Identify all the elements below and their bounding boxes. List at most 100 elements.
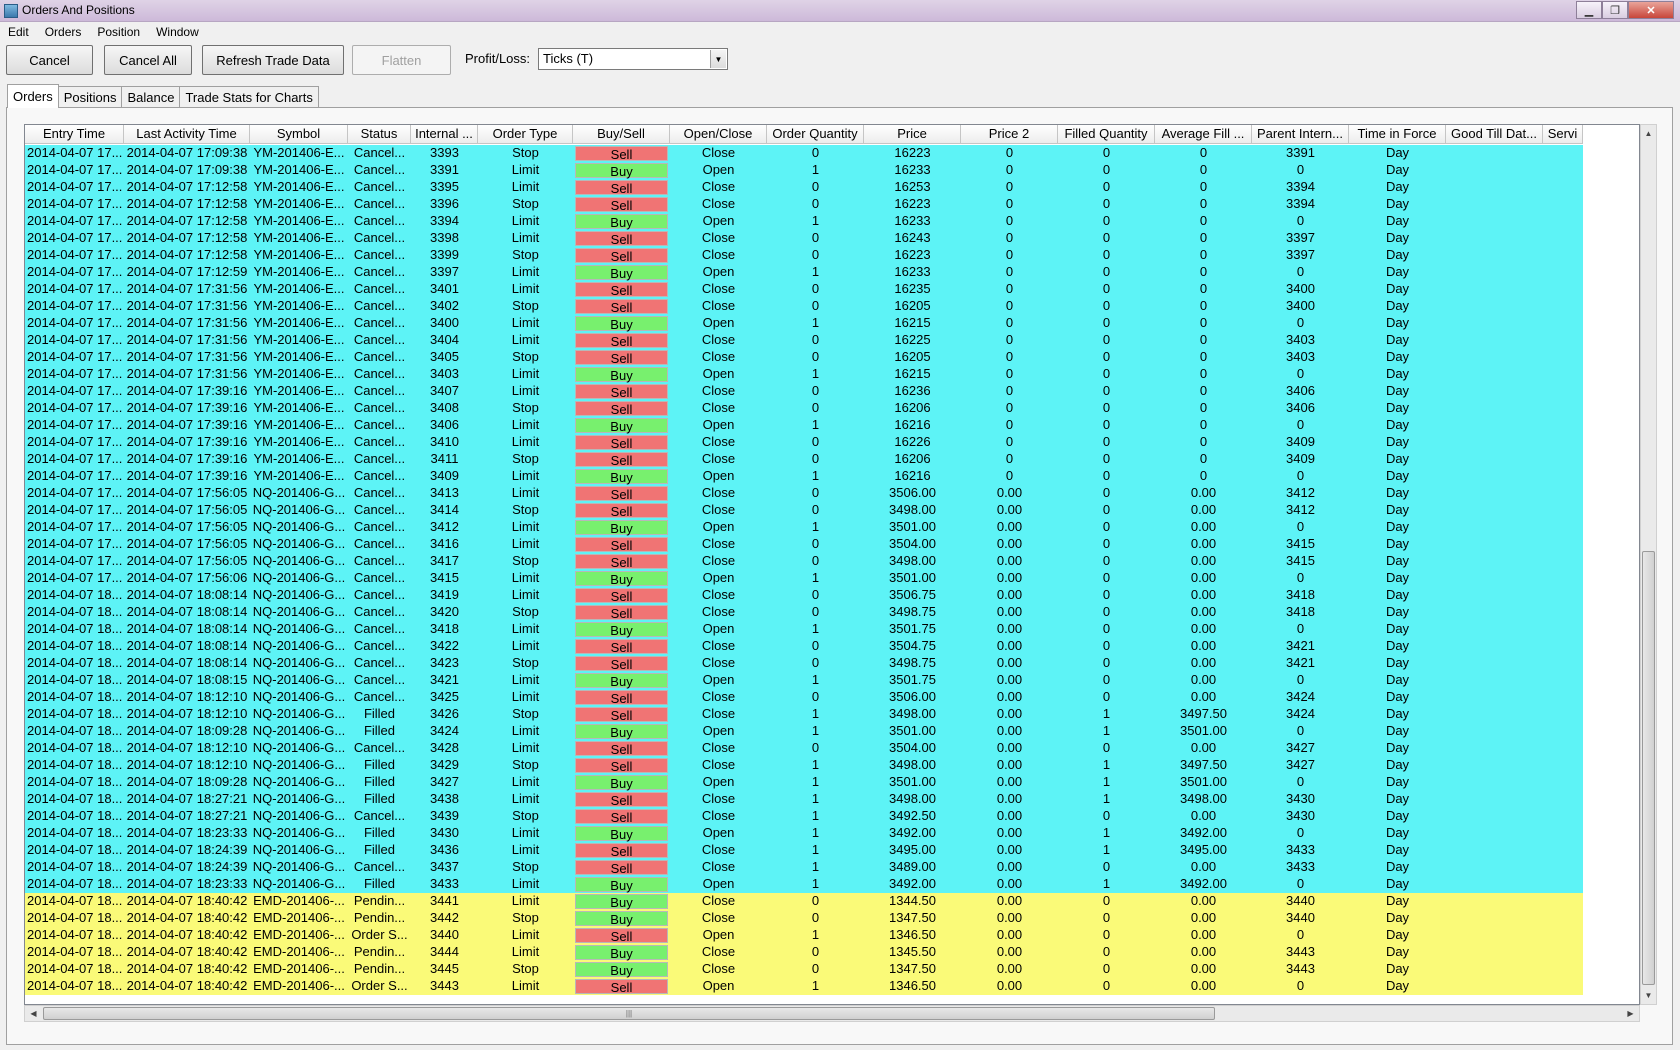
table-row[interactable]: 2014-04-07 18... 2014-04-07 18:08:14 NQ-20… <box>25 604 1583 621</box>
table-row[interactable]: 2014-04-07 18... 2014-04-07 18:40:42 EMD-2… <box>25 961 1583 978</box>
tab-orders[interactable]: Orders <box>7 84 59 108</box>
column-header-service[interactable]: Servi <box>1543 125 1583 144</box>
table-row[interactable]: 2014-04-07 17... 2014-04-07 17:31:56 YM-20… <box>25 366 1583 383</box>
column-header-entry-time[interactable]: Entry Time <box>25 125 124 144</box>
table-row[interactable]: 2014-04-07 18... 2014-04-07 18:08:14 NQ-20… <box>25 621 1583 638</box>
column-header-average-fill[interactable]: Average Fill ... <box>1155 125 1252 144</box>
column-header-parent-internal[interactable]: Parent Intern... <box>1252 125 1349 144</box>
table-row[interactable]: 2014-04-07 18... 2014-04-07 18:08:14 NQ-20… <box>25 638 1583 655</box>
grid-body: 2014-04-07 17... 2014-04-07 17:09:38 YM-20… <box>25 145 1583 995</box>
cell-status: Cancel... <box>353 638 406 653</box>
table-row[interactable]: 2014-04-07 18... 2014-04-07 18:23:33 NQ-20… <box>25 825 1583 842</box>
table-row[interactable]: 2014-04-07 17... 2014-04-07 17:12:58 YM-20… <box>25 230 1583 247</box>
table-row[interactable]: 2014-04-07 17... 2014-04-07 17:39:16 YM-20… <box>25 434 1583 451</box>
column-header-buy-sell[interactable]: Buy/Sell <box>573 125 670 144</box>
table-row[interactable]: 2014-04-07 17... 2014-04-07 17:12:58 YM-20… <box>25 196 1583 213</box>
table-row[interactable]: 2014-04-07 18... 2014-04-07 18:08:14 NQ-20… <box>25 587 1583 604</box>
profit-loss-select[interactable]: Ticks (T) ▼ <box>538 48 728 70</box>
cancel-button[interactable]: Cancel <box>6 45 93 75</box>
table-row[interactable]: 2014-04-07 18... 2014-04-07 18:27:21 NQ-20… <box>25 791 1583 808</box>
table-row[interactable]: 2014-04-07 18... 2014-04-07 18:12:10 NQ-20… <box>25 757 1583 774</box>
table-row[interactable]: 2014-04-07 18... 2014-04-07 18:08:15 NQ-20… <box>25 672 1583 689</box>
cell-good-till-date <box>1446 740 1543 757</box>
cell-internal-id: 3412 <box>430 519 459 534</box>
table-row[interactable]: 2014-04-07 17... 2014-04-07 17:39:16 YM-20… <box>25 468 1583 485</box>
table-row[interactable]: 2014-04-07 17... 2014-04-07 17:39:16 YM-20… <box>25 383 1583 400</box>
table-row[interactable]: 2014-04-07 18... 2014-04-07 18:24:39 NQ-20… <box>25 842 1583 859</box>
buy-sell-badge: Sell <box>575 146 668 162</box>
table-row[interactable]: 2014-04-07 17... 2014-04-07 17:56:05 NQ-20… <box>25 553 1583 570</box>
table-row[interactable]: 2014-04-07 18... 2014-04-07 18:12:10 NQ-20… <box>25 740 1583 757</box>
table-row[interactable]: 2014-04-07 17... 2014-04-07 17:56:05 NQ-20… <box>25 519 1583 536</box>
table-row[interactable]: 2014-04-07 18... 2014-04-07 18:23:33 NQ-20… <box>25 876 1583 893</box>
menu-edit[interactable]: Edit <box>0 25 37 39</box>
chevron-down-icon[interactable]: ▼ <box>710 50 726 68</box>
table-row[interactable]: 2014-04-07 18... 2014-04-07 18:40:42 EMD-2… <box>25 893 1583 910</box>
table-row[interactable]: 2014-04-07 17... 2014-04-07 17:31:56 YM-20… <box>25 332 1583 349</box>
tab-trade-stats[interactable]: Trade Stats for Charts <box>179 86 319 108</box>
menu-orders[interactable]: Orders <box>37 25 90 39</box>
column-header-price[interactable]: Price <box>864 125 961 144</box>
column-header-filled-quantity[interactable]: Filled Quantity <box>1058 125 1155 144</box>
column-header-order-quantity[interactable]: Order Quantity <box>767 125 864 144</box>
tab-positions[interactable]: Positions <box>57 86 123 108</box>
table-row[interactable]: 2014-04-07 18... 2014-04-07 18:40:42 EMD-2… <box>25 910 1583 927</box>
table-row[interactable]: 2014-04-07 17... 2014-04-07 17:56:06 NQ-20… <box>25 570 1583 587</box>
table-row[interactable]: 2014-04-07 17... 2014-04-07 17:09:38 YM-20… <box>25 162 1583 179</box>
table-row[interactable]: 2014-04-07 18... 2014-04-07 18:24:39 NQ-20… <box>25 859 1583 876</box>
table-row[interactable]: 2014-04-07 18... 2014-04-07 18:40:42 EMD-2… <box>25 978 1583 995</box>
column-header-time-in-force[interactable]: Time in Force <box>1349 125 1446 144</box>
cell-last-activity-time: 2014-04-07 17:12:58 <box>126 213 248 228</box>
table-row[interactable]: 2014-04-07 17... 2014-04-07 17:31:56 YM-20… <box>25 315 1583 332</box>
column-header-status[interactable]: Status <box>348 125 411 144</box>
table-row[interactable]: 2014-04-07 17... 2014-04-07 17:39:16 YM-20… <box>25 451 1583 468</box>
table-row[interactable]: 2014-04-07 18... 2014-04-07 18:40:42 EMD-2… <box>25 944 1583 961</box>
scroll-up-icon[interactable]: ▲ <box>1641 125 1656 142</box>
scroll-down-icon[interactable]: ▼ <box>1641 987 1656 1004</box>
menu-window[interactable]: Window <box>148 25 207 39</box>
table-row[interactable]: 2014-04-07 17... 2014-04-07 17:12:58 YM-20… <box>25 213 1583 230</box>
flatten-button[interactable]: Flatten <box>352 45 451 75</box>
cancel-all-button[interactable]: Cancel All <box>104 45 192 75</box>
table-row[interactable]: 2014-04-07 18... 2014-04-07 18:08:14 NQ-20… <box>25 655 1583 672</box>
table-row[interactable]: 2014-04-07 18... 2014-04-07 18:09:28 NQ-20… <box>25 774 1583 791</box>
table-row[interactable]: 2014-04-07 17... 2014-04-07 17:12:58 YM-20… <box>25 247 1583 264</box>
table-row[interactable]: 2014-04-07 17... 2014-04-07 17:56:05 NQ-20… <box>25 502 1583 519</box>
table-row[interactable]: 2014-04-07 18... 2014-04-07 18:27:21 NQ-20… <box>25 808 1583 825</box>
table-row[interactable]: 2014-04-07 17... 2014-04-07 17:31:56 YM-20… <box>25 281 1583 298</box>
column-header-good-till-date[interactable]: Good Till Dat... <box>1446 125 1543 144</box>
table-row[interactable]: 2014-04-07 17... 2014-04-07 17:31:56 YM-20… <box>25 349 1583 366</box>
table-row[interactable]: 2014-04-07 18... 2014-04-07 18:09:28 NQ-20… <box>25 723 1583 740</box>
table-row[interactable]: 2014-04-07 17... 2014-04-07 17:39:16 YM-20… <box>25 400 1583 417</box>
table-row[interactable]: 2014-04-07 17... 2014-04-07 17:12:58 YM-20… <box>25 179 1583 196</box>
column-header-last-activity-time[interactable]: Last Activity Time <box>124 125 250 144</box>
refresh-trade-data-button[interactable]: Refresh Trade Data <box>202 45 344 75</box>
horizontal-scrollbar[interactable]: ◀ ||| ▶ <box>24 1005 1640 1022</box>
cell-symbol: EMD-201406-... <box>253 927 345 942</box>
column-header-order-type[interactable]: Order Type <box>478 125 573 144</box>
table-row[interactable]: 2014-04-07 17... 2014-04-07 17:12:59 YM-20… <box>25 264 1583 281</box>
column-header-open-close[interactable]: Open/Close <box>670 125 767 144</box>
tab-balance[interactable]: Balance <box>121 86 181 108</box>
horizontal-scroll-thumb[interactable]: ||| <box>43 1007 1215 1020</box>
scroll-right-icon[interactable]: ▶ <box>1622 1006 1639 1021</box>
table-row[interactable]: 2014-04-07 18... 2014-04-07 18:40:42 EMD-2… <box>25 927 1583 944</box>
close-button[interactable]: ✕ <box>1628 1 1674 19</box>
restore-button[interactable]: ❐ <box>1602 1 1628 19</box>
vertical-scrollbar[interactable]: ▲ ▼ <box>1640 124 1657 1005</box>
table-row[interactable]: 2014-04-07 17... 2014-04-07 17:09:38 YM-20… <box>25 145 1583 162</box>
buy-sell-badge: Buy <box>575 367 668 383</box>
column-header-internal-id[interactable]: Internal ... <box>411 125 478 144</box>
column-header-symbol[interactable]: Symbol <box>250 125 348 144</box>
table-row[interactable]: 2014-04-07 17... 2014-04-07 17:31:56 YM-20… <box>25 298 1583 315</box>
table-row[interactable]: 2014-04-07 17... 2014-04-07 17:56:05 NQ-20… <box>25 485 1583 502</box>
scroll-left-icon[interactable]: ◀ <box>25 1006 42 1021</box>
table-row[interactable]: 2014-04-07 17... 2014-04-07 17:56:05 NQ-20… <box>25 536 1583 553</box>
vertical-scroll-thumb[interactable] <box>1642 551 1655 985</box>
table-row[interactable]: 2014-04-07 18... 2014-04-07 18:12:10 NQ-20… <box>25 706 1583 723</box>
minimize-button[interactable]: ▁ <box>1576 1 1602 19</box>
table-row[interactable]: 2014-04-07 18... 2014-04-07 18:12:10 NQ-20… <box>25 689 1583 706</box>
menu-position[interactable]: Position <box>89 25 148 39</box>
table-row[interactable]: 2014-04-07 17... 2014-04-07 17:39:16 YM-20… <box>25 417 1583 434</box>
column-header-price-2[interactable]: Price 2 <box>961 125 1058 144</box>
